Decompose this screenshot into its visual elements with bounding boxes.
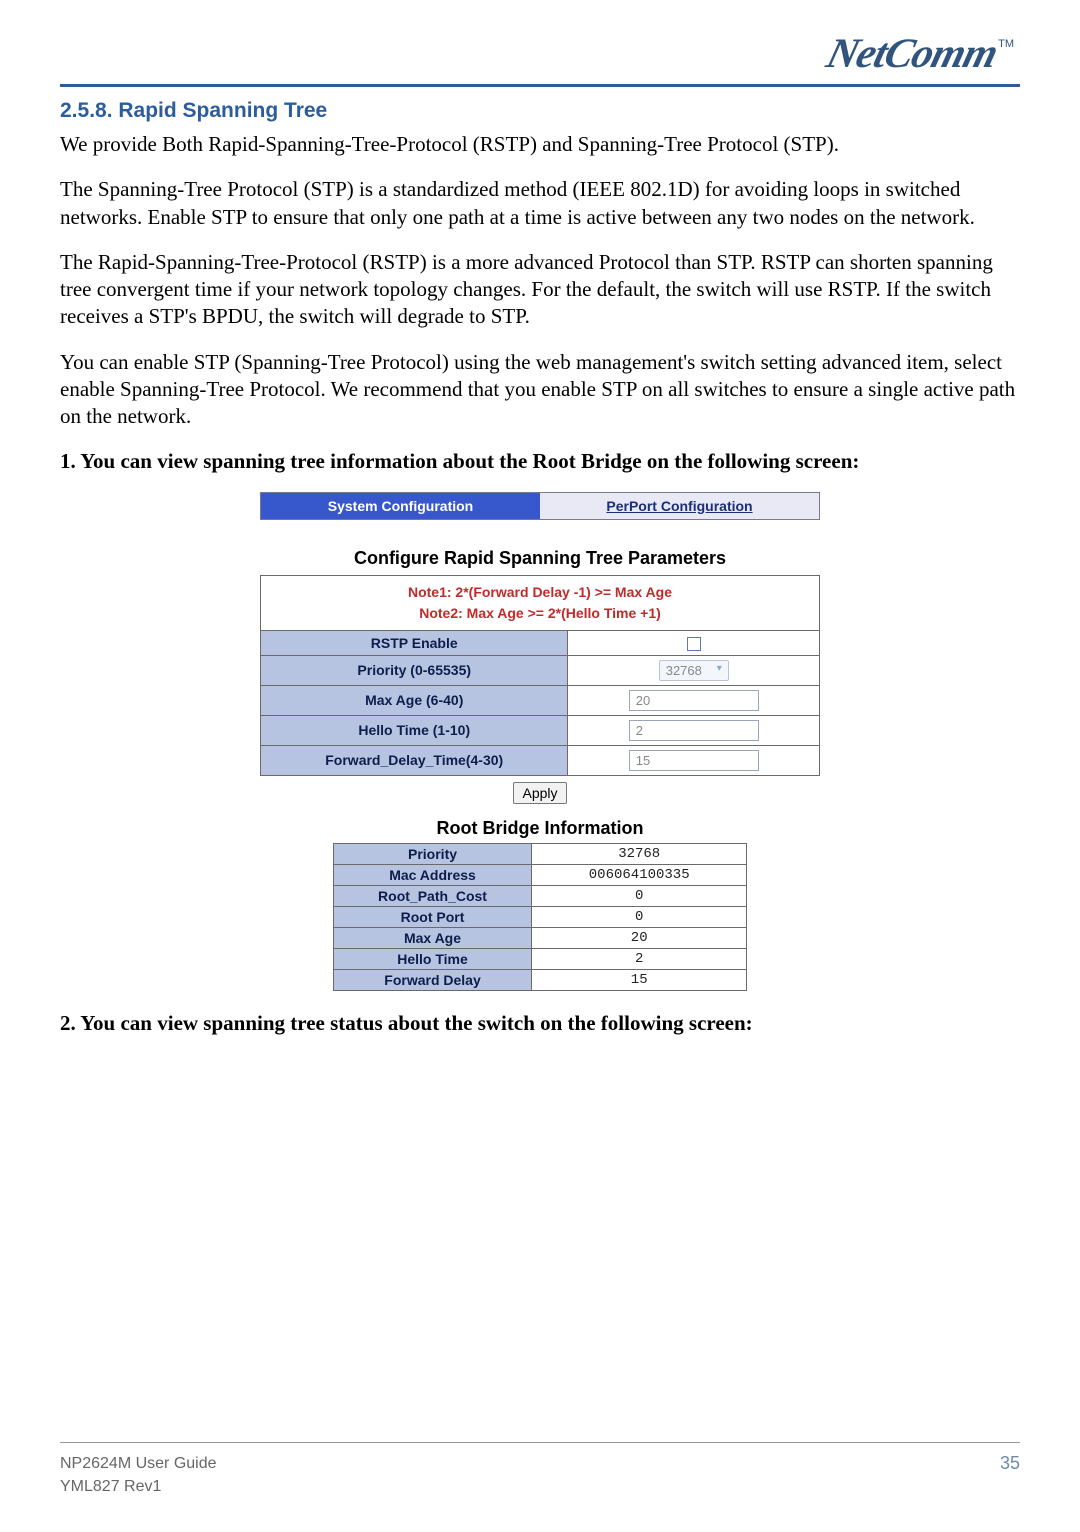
select-priority[interactable]: 32768▾ [659, 660, 729, 681]
label-max-age: Max Age (6-40) [261, 685, 568, 715]
header-logo-wrap: NetCommTM [60, 30, 1020, 78]
apply-button[interactable]: Apply [513, 782, 566, 804]
header-divider [60, 84, 1020, 87]
tab-perport-configuration[interactable]: PerPort Configuration [540, 493, 819, 519]
config-tabs: System Configuration PerPort Configurati… [260, 492, 820, 520]
step-1-heading: 1. You can view spanning tree informatio… [60, 449, 1020, 474]
root-bridge-title: Root Bridge Information [260, 818, 820, 839]
root-label-max-age: Max Age [333, 927, 531, 948]
intro-paragraph-2: The Spanning-Tree Protocol (STP) is a st… [60, 176, 1020, 231]
row-forward-delay: Forward_Delay_Time(4-30) 15 [261, 745, 820, 775]
section-heading: 2.5.8. Rapid Spanning Tree [60, 99, 1020, 123]
intro-paragraph-3: The Rapid-Spanning-Tree-Protocol (RSTP) … [60, 249, 1020, 331]
root-label-mac: Mac Address [333, 864, 531, 885]
footer-revision: YML827 Rev1 [60, 1476, 217, 1498]
root-label-hello-time: Hello Time [333, 948, 531, 969]
root-bridge-table: Priority32768 Mac Address006064100335 Ro… [333, 843, 747, 991]
root-value-forward-delay: 15 [532, 969, 747, 990]
label-forward-delay: Forward_Delay_Time(4-30) [261, 745, 568, 775]
input-forward-delay[interactable]: 15 [629, 750, 759, 771]
row-rstp-enable: RSTP Enable [261, 630, 820, 655]
row-priority: Priority (0-65535) 32768▾ [261, 655, 820, 685]
root-value-mac: 006064100335 [532, 864, 747, 885]
label-hello-time: Hello Time (1-10) [261, 715, 568, 745]
intro-paragraph-1: We provide Both Rapid-Spanning-Tree-Prot… [60, 131, 1020, 158]
page-footer: NP2624M User Guide YML827 Rev1 35 [60, 1442, 1020, 1498]
checkbox-rstp-enable[interactable] [687, 637, 701, 651]
tab-system-configuration[interactable]: System Configuration [261, 493, 540, 519]
intro-paragraph-4: You can enable STP (Spanning-Tree Protoc… [60, 349, 1020, 431]
footer-guide-title: NP2624M User Guide [60, 1453, 217, 1475]
root-value-root-port: 0 [532, 906, 747, 927]
rstp-parameters-table: Note1: 2*(Forward Delay -1) >= Max Age N… [260, 575, 820, 776]
note-2: Note2: Max Age >= 2*(Hello Time +1) [419, 605, 661, 621]
root-value-max-age: 20 [532, 927, 747, 948]
note-1: Note1: 2*(Forward Delay -1) >= Max Age [408, 584, 672, 600]
root-label-root-port: Root Port [333, 906, 531, 927]
label-rstp-enable: RSTP Enable [261, 630, 568, 655]
root-value-hello-time: 2 [532, 948, 747, 969]
page-number: 35 [1000, 1453, 1020, 1498]
label-priority: Priority (0-65535) [261, 655, 568, 685]
parameter-notes: Note1: 2*(Forward Delay -1) >= Max Age N… [261, 575, 820, 630]
trademark-symbol: TM [998, 38, 1014, 50]
step-2-heading: 2. You can view spanning tree status abo… [60, 1011, 1020, 1036]
row-max-age: Max Age (6-40) 20 [261, 685, 820, 715]
input-max-age[interactable]: 20 [629, 690, 759, 711]
row-hello-time: Hello Time (1-10) 2 [261, 715, 820, 745]
input-hello-time[interactable]: 2 [629, 720, 759, 741]
root-value-path-cost: 0 [532, 885, 747, 906]
rstp-config-screenshot: System Configuration PerPort Configurati… [260, 492, 820, 991]
configure-parameters-title: Configure Rapid Spanning Tree Parameters [260, 548, 820, 569]
root-label-forward-delay: Forward Delay [333, 969, 531, 990]
chevron-down-icon: ▾ [717, 663, 722, 674]
brand-logo: NetComm [822, 30, 1003, 78]
root-label-path-cost: Root_Path_Cost [333, 885, 531, 906]
root-value-priority: 32768 [532, 843, 747, 864]
root-label-priority: Priority [333, 843, 531, 864]
